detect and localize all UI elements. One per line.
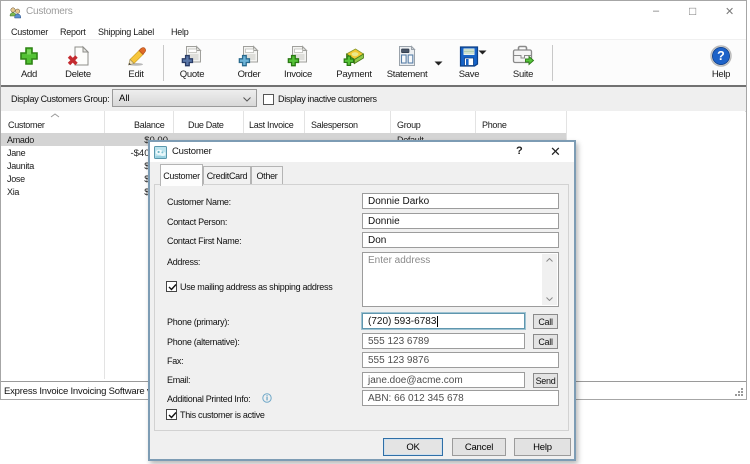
- svg-text:?: ?: [717, 49, 725, 63]
